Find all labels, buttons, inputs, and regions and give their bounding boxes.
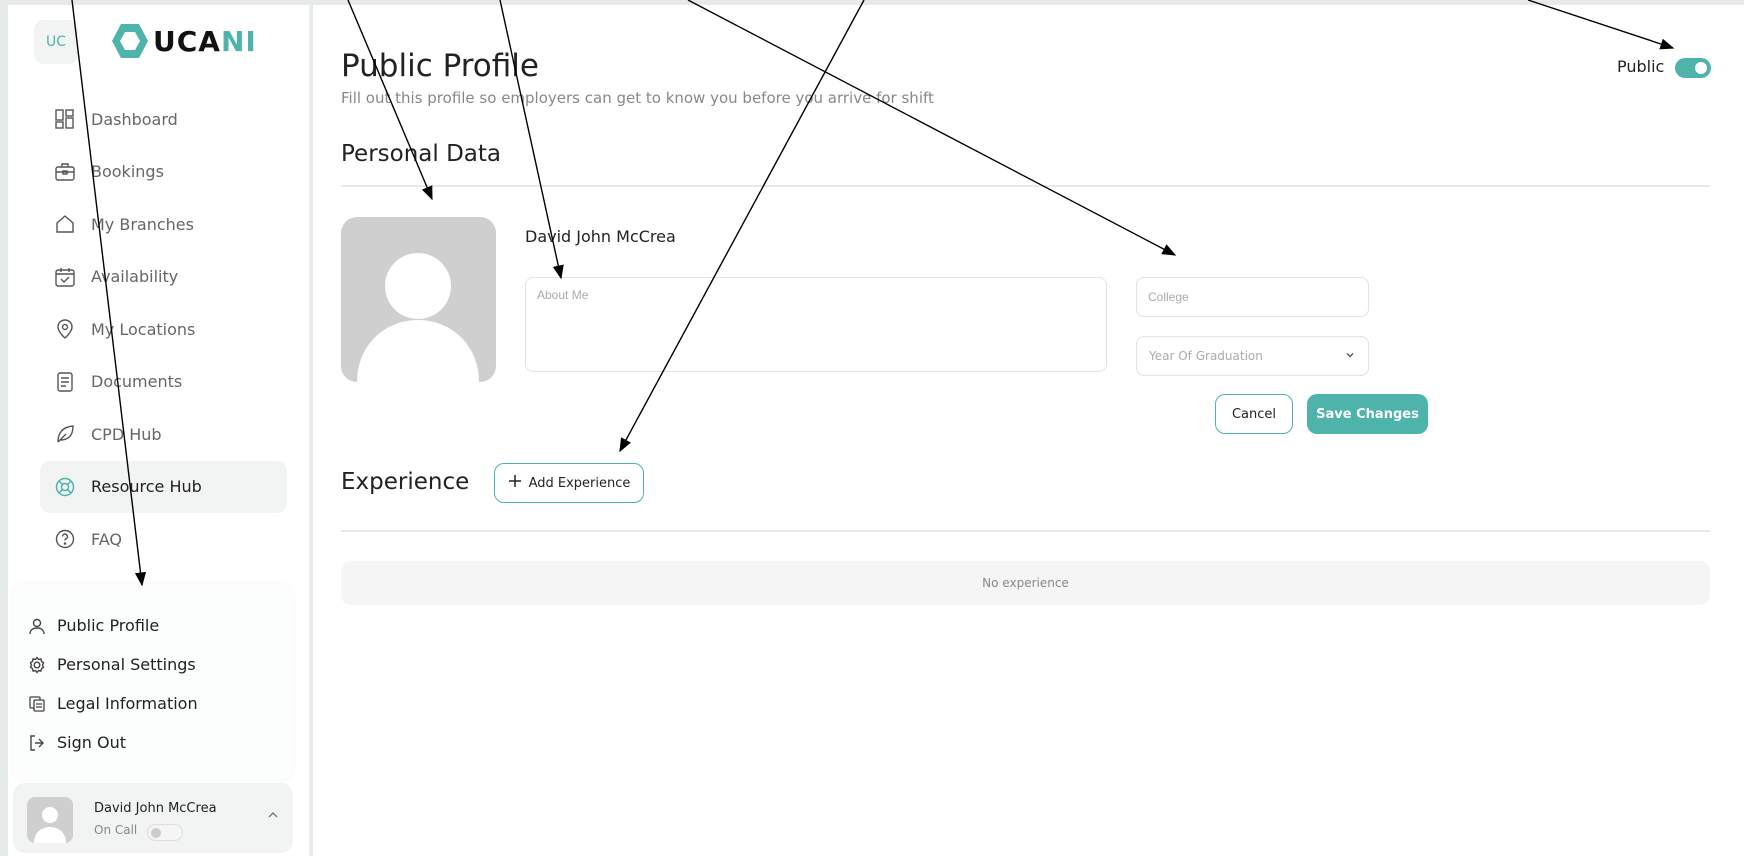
copy-docs-icon <box>27 694 47 714</box>
menu-item-label: Public Profile <box>57 616 160 635</box>
logo-wordmark: UCANI <box>153 24 257 58</box>
sidebar-nav: Dashboard Bookings My Branches Availabil… <box>40 93 287 566</box>
sidebar-item-label: FAQ <box>91 529 122 549</box>
logo-badge[interactable]: UC <box>34 20 78 64</box>
user-card[interactable]: David John McCrea On Call <box>13 783 293 853</box>
plus-icon <box>508 474 522 492</box>
sidebar-item-dashboard[interactable]: Dashboard <box>40 93 287 146</box>
profile-photo[interactable] <box>341 217 496 382</box>
user-name: David John McCrea <box>94 801 217 816</box>
sidebar-item-label: CPD Hub <box>91 424 162 444</box>
main-content: Public Profile Fill out this profile so … <box>313 5 1744 856</box>
menu-item-personal-settings[interactable]: Personal Settings <box>13 645 293 684</box>
menu-item-legal-information[interactable]: Legal Information <box>13 684 293 723</box>
on-call-toggle[interactable] <box>147 824 183 841</box>
gear-icon <box>27 655 47 675</box>
sidebar-item-availability[interactable]: Availability <box>40 251 287 304</box>
location-pin-icon <box>54 318 76 340</box>
menu-item-sign-out[interactable]: Sign Out <box>13 723 293 762</box>
dashboard-icon <box>54 108 76 130</box>
user-icon <box>27 616 47 636</box>
graduation-year-select[interactable]: Year Of Graduation <box>1136 336 1369 376</box>
sidebar-item-resource-hub[interactable]: Resource Hub <box>40 460 287 513</box>
sidebar-item-label: Resource Hub <box>91 477 202 497</box>
logo[interactable]: UCANI <box>110 21 257 61</box>
lifebuoy-icon <box>54 476 76 498</box>
about-me-field[interactable] <box>525 277 1107 372</box>
cancel-button[interactable]: Cancel <box>1215 394 1293 434</box>
add-experience-button[interactable]: Add Experience <box>494 463 644 503</box>
sidebar-item-label: My Branches <box>91 214 194 234</box>
sidebar-item-my-branches[interactable]: My Branches <box>40 198 287 251</box>
briefcase-icon <box>54 161 76 183</box>
divider <box>341 530 1710 532</box>
menu-item-label: Legal Information <box>57 694 198 713</box>
menu-item-public-profile[interactable]: Public Profile <box>13 606 293 645</box>
sidebar-item-my-locations[interactable]: My Locations <box>40 303 287 356</box>
sidebar-item-label: Documents <box>91 372 183 392</box>
sidebar: UC UCANI Dashboard Bookings My Branches <box>8 5 311 856</box>
sidebar-item-bookings[interactable]: Bookings <box>40 146 287 199</box>
menu-item-label: Personal Settings <box>57 655 196 674</box>
sign-out-icon <box>27 733 47 753</box>
sidebar-item-documents[interactable]: Documents <box>40 356 287 409</box>
add-experience-label: Add Experience <box>528 475 631 491</box>
sidebar-item-label: Bookings <box>91 162 164 182</box>
menu-item-label: Sign Out <box>57 733 126 752</box>
save-changes-button[interactable]: Save Changes <box>1307 394 1428 434</box>
public-toggle[interactable] <box>1675 58 1711 78</box>
profile-name: David John McCrea <box>525 227 676 246</box>
graduation-year-placeholder: Year Of Graduation <box>1149 349 1263 363</box>
question-circle-icon <box>54 528 76 550</box>
divider <box>341 185 1710 187</box>
experience-empty-state: No experience <box>341 561 1710 605</box>
hexagon-logo-icon <box>112 24 148 58</box>
calendar-check-icon <box>54 266 76 288</box>
page-title: Public Profile <box>341 48 539 84</box>
section-title-personal-data: Personal Data <box>341 141 502 167</box>
college-field[interactable] <box>1136 277 1369 317</box>
leaf-icon <box>54 423 76 445</box>
sidebar-item-label: Dashboard <box>91 109 178 129</box>
public-label: Public <box>1617 57 1665 76</box>
sidebar-item-cpd-hub[interactable]: CPD Hub <box>40 408 287 461</box>
sidebar-item-faq[interactable]: FAQ <box>40 513 287 566</box>
sidebar-item-label: My Locations <box>91 319 196 339</box>
document-icon <box>54 371 76 393</box>
avatar <box>27 797 73 843</box>
account-menu: Public Profile Personal Settings Legal I… <box>13 584 293 780</box>
chevron-up-icon[interactable] <box>265 807 281 823</box>
on-call-label: On Call <box>94 823 138 837</box>
sidebar-item-label: Availability <box>91 267 179 287</box>
section-title-experience: Experience <box>341 469 470 495</box>
page-subtitle: Fill out this profile so employers can g… <box>341 89 934 107</box>
home-icon <box>54 213 76 235</box>
chevron-down-icon <box>1344 349 1356 364</box>
